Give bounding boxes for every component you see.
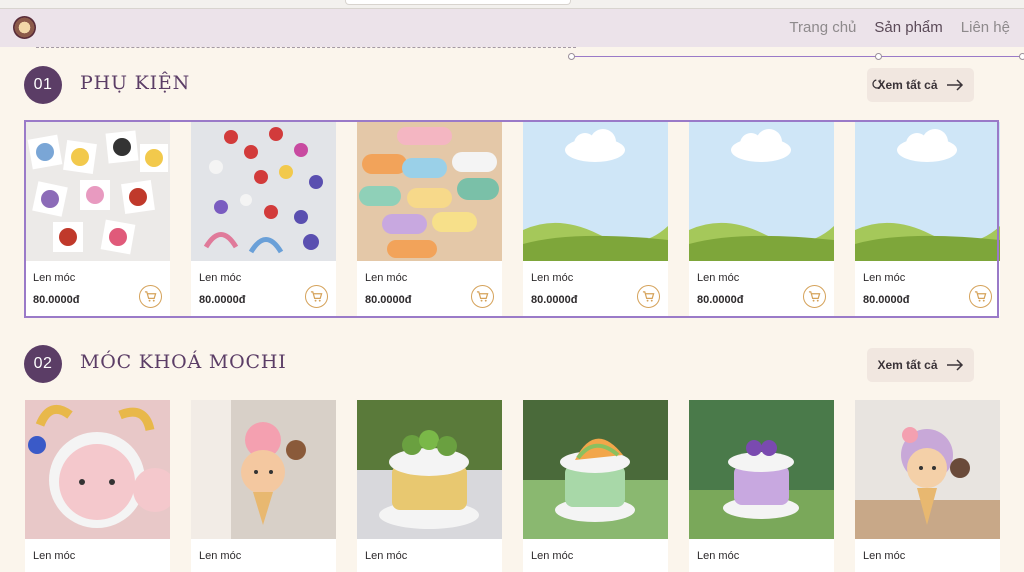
reload-icon xyxy=(872,79,882,89)
product-image[interactable] xyxy=(523,400,668,539)
product-image[interactable] xyxy=(25,400,170,539)
address-bar[interactable] xyxy=(345,0,571,5)
product-card[interactable]: Len móc xyxy=(191,400,336,572)
product-price: 80.0000đ xyxy=(365,294,412,306)
view-all-button[interactable]: Xem tất cả xyxy=(867,68,974,102)
product-image[interactable] xyxy=(689,400,834,539)
cart-icon xyxy=(476,291,489,302)
product-image[interactable] xyxy=(855,122,1000,261)
cart-icon xyxy=(808,291,821,302)
product-name: Len móc xyxy=(697,550,740,562)
cart-icon xyxy=(642,291,655,302)
add-to-cart-button[interactable] xyxy=(969,285,992,308)
add-to-cart-button[interactable] xyxy=(139,285,162,308)
product-price: 80.0000đ xyxy=(199,294,246,306)
product-name: Len móc xyxy=(863,550,906,562)
view-all-label: Xem tất cả xyxy=(877,78,938,92)
product-price: 80.0000đ xyxy=(863,294,910,306)
cart-icon xyxy=(144,291,157,302)
section-number-badge: 01 xyxy=(24,66,62,104)
view-all-label: Xem tất cả xyxy=(877,358,938,372)
product-name: Len móc xyxy=(33,272,76,284)
product-name: Len móc xyxy=(199,272,242,284)
selection-guide-dashed xyxy=(36,47,576,48)
resize-handle[interactable] xyxy=(1019,53,1024,60)
section-title: PHỤ KIỆN xyxy=(80,72,190,94)
cart-icon xyxy=(974,291,987,302)
add-to-cart-button[interactable] xyxy=(471,285,494,308)
product-card[interactable]: Len móc xyxy=(523,400,668,572)
resize-handle[interactable] xyxy=(568,53,575,60)
product-image[interactable] xyxy=(855,400,1000,539)
product-image[interactable] xyxy=(357,400,502,539)
product-card[interactable]: Len móc 80.0000đ xyxy=(689,122,834,316)
section-title: MÓC KHOÁ MOCHI xyxy=(80,351,287,373)
section-number-badge: 02 xyxy=(24,345,62,383)
product-price: 80.0000đ xyxy=(531,294,578,306)
product-image[interactable] xyxy=(357,122,502,261)
add-to-cart-button[interactable] xyxy=(305,285,328,308)
product-card[interactable]: Len móc xyxy=(689,400,834,572)
arrow-right-icon xyxy=(946,359,963,371)
nav-link-contact[interactable]: Liên hệ xyxy=(961,19,1010,36)
product-card[interactable]: Len móc xyxy=(25,400,170,572)
product-card[interactable]: Len móc 80.0000đ xyxy=(25,122,170,316)
logo-icon[interactable] xyxy=(13,16,36,39)
nav-links: Trang chủ Sản phẩm Liên hệ xyxy=(789,19,1010,36)
navbar: Trang chủ Sản phẩm Liên hệ xyxy=(0,9,1024,47)
product-name: Len móc xyxy=(199,550,242,562)
product-image[interactable] xyxy=(689,122,834,261)
section-header-mochi-keychains: 02 MÓC KHOÁ MOCHI Xem tất cả xyxy=(24,343,1000,383)
arrow-right-icon xyxy=(946,79,963,91)
selection-outline xyxy=(24,120,999,318)
product-card[interactable]: Len móc xyxy=(855,400,1000,572)
product-card[interactable]: Len móc 80.0000đ xyxy=(523,122,668,316)
nav-link-home[interactable]: Trang chủ xyxy=(789,19,856,36)
section-header-accessories: 01 PHỤ KIỆN Xem tất cả xyxy=(24,64,1000,104)
product-name: Len móc xyxy=(863,272,906,284)
selection-guide-solid xyxy=(574,56,1024,57)
product-image[interactable] xyxy=(191,400,336,539)
product-image[interactable] xyxy=(523,122,668,261)
product-card[interactable]: Len móc 80.0000đ xyxy=(191,122,336,316)
product-card[interactable]: Len móc xyxy=(357,400,502,572)
product-price: 80.0000đ xyxy=(33,294,80,306)
product-price: 80.0000đ xyxy=(697,294,744,306)
add-to-cart-button[interactable] xyxy=(637,285,660,308)
product-name: Len móc xyxy=(365,272,408,284)
resize-handle[interactable] xyxy=(875,53,882,60)
product-card[interactable]: Len móc 80.0000đ xyxy=(357,122,502,316)
product-image[interactable] xyxy=(25,122,170,261)
browser-chrome-strip xyxy=(0,0,1024,9)
cart-icon xyxy=(310,291,323,302)
product-image[interactable] xyxy=(191,122,336,261)
product-name: Len móc xyxy=(33,550,76,562)
product-name: Len móc xyxy=(365,550,408,562)
add-to-cart-button[interactable] xyxy=(803,285,826,308)
product-name: Len móc xyxy=(697,272,740,284)
view-all-button[interactable]: Xem tất cả xyxy=(867,348,974,382)
product-name: Len móc xyxy=(531,550,574,562)
nav-link-products[interactable]: Sản phẩm xyxy=(874,19,942,36)
product-name: Len móc xyxy=(531,272,574,284)
product-card[interactable]: Len móc 80.0000đ xyxy=(855,122,1000,316)
